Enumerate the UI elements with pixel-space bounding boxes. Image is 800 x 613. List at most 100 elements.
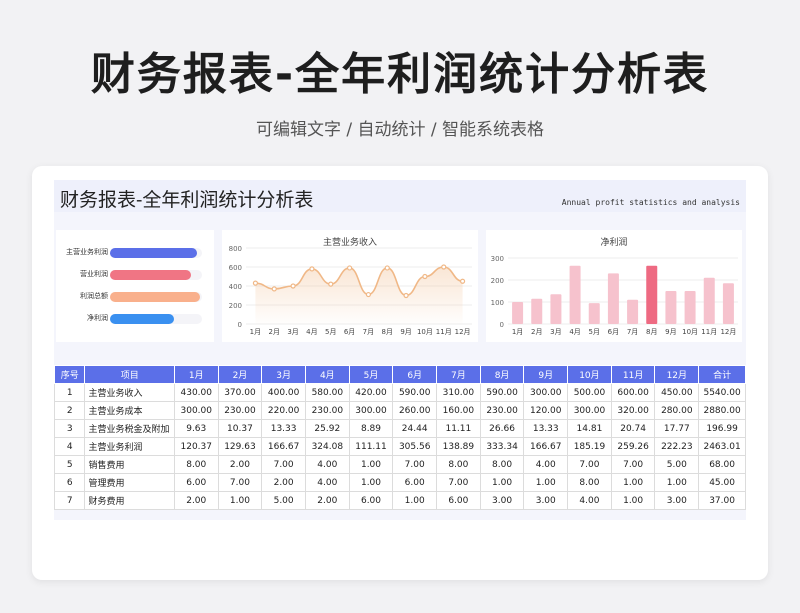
table-cell: 280.00 (654, 401, 700, 420)
table-cell: 6 (53, 473, 86, 492)
table-cell: 305.56 (392, 437, 438, 456)
x-tick-label: 5月 (589, 328, 600, 336)
table-cell: 259.26 (610, 437, 656, 456)
table-row: 1 主营业务收入 430.00 370.00 400.00 580.00 420.00 590… (53, 383, 746, 402)
x-tick-label: 9月 (665, 328, 676, 336)
column-header: 3月 (261, 365, 306, 384)
column-header: 5月 (348, 365, 394, 384)
table-cell: 370.00 (217, 383, 263, 402)
table-cell: 7.00 (610, 455, 656, 474)
table-cell: 8.00 (436, 455, 481, 474)
net-profit-bar (627, 299, 639, 324)
table-cell: 120.00 (523, 401, 569, 420)
page-subtitle: 可编辑文字 / 自动统计 / 智能系统表格 (255, 120, 545, 140)
x-tick-label: 11月 (701, 328, 717, 336)
table-cell: 3.00 (479, 491, 525, 510)
table-cell: 500.00 (567, 383, 612, 402)
table-row: 4 主营业务利润 120.37 129.63 166.67 324.08 111.11 305… (53, 437, 746, 456)
revenue-chart-title: 主营业务收入 (322, 238, 377, 248)
table-cell: 8.00 (567, 473, 612, 492)
table-cell: 1.00 (348, 473, 394, 492)
column-header: 8月 (479, 365, 525, 384)
table-cell: 7 (53, 491, 86, 510)
net-profit-bar (531, 298, 543, 324)
revenue-point (271, 286, 277, 292)
x-tick-label: 12月 (720, 328, 736, 336)
table-cell: 5 (53, 455, 86, 474)
table-cell: 销售费用 (84, 455, 175, 474)
revenue-point (384, 265, 390, 271)
table-cell: 主营业务成本 (84, 401, 175, 420)
y-tick-label: 100 (491, 299, 504, 307)
net-profit-bar (722, 283, 734, 324)
summary-bar-row: 营业利润 (56, 268, 214, 282)
y-tick-label: 0 (500, 321, 504, 329)
x-tick-label: 5月 (325, 328, 336, 336)
table-cell: 17.77 (654, 419, 700, 438)
x-tick-label: 10月 (682, 328, 698, 336)
table-cell: 310.00 (436, 383, 481, 402)
table-cell: 5540.00 (698, 383, 746, 402)
profit-bar-panel: 主营业务利润 营业利润 利润总额 净利润 (56, 230, 214, 342)
x-tick-label: 3月 (550, 328, 561, 336)
net-profit-bar (646, 265, 658, 324)
sheet-header: 财务报表-全年利润统计分析表 Annual profit statistics … (54, 180, 746, 212)
table-cell: 3 (53, 419, 86, 438)
table-cell: 185.19 (567, 437, 612, 456)
x-tick-label: 2月 (269, 328, 280, 336)
y-tick-label: 200 (491, 277, 504, 285)
revenue-point (365, 291, 372, 298)
column-header: 11月 (610, 365, 656, 384)
table-cell: 320.00 (610, 401, 656, 420)
table-cell: 300.00 (173, 401, 219, 420)
table-cell: 4 (53, 437, 86, 456)
table-cell: 6.00 (436, 491, 481, 510)
table-cell: 1 (53, 383, 86, 402)
y-tick-label: 400 (229, 283, 242, 291)
table-cell: 160.00 (436, 401, 481, 420)
x-tick-label: 6月 (344, 328, 355, 336)
table-cell: 5.00 (654, 455, 700, 474)
table-row: 5 销售费用 8.00 2.00 7.00 4.00 1.00 7.00 8.00 8.00 4.0… (53, 455, 746, 474)
table-cell: 3.00 (523, 491, 569, 510)
x-tick-label: 1月 (250, 328, 261, 336)
table-cell: 2463.01 (698, 437, 746, 456)
table-cell: 4.00 (304, 455, 350, 474)
table-cell: 1.00 (392, 491, 438, 510)
table-cell: 450.00 (654, 383, 700, 402)
summary-bar-row: 净利润 (56, 312, 214, 326)
summary-bar-track (110, 248, 202, 258)
table-cell: 196.99 (698, 419, 746, 438)
table-cell: 6.00 (173, 473, 219, 492)
table-cell: 1.00 (654, 473, 700, 492)
revenue-point (346, 265, 353, 271)
net-profit-bar (588, 303, 600, 324)
x-tick-label: 9月 (400, 328, 411, 336)
column-header: 4月 (304, 365, 350, 384)
revenue-area (255, 267, 463, 324)
revenue-chart-panel: 主营业务收入 0 200 400 600 800 1月 2月 3月 4月 5月 6月 7月 8月 9月 10… (222, 230, 478, 342)
table-cell: 6.00 (348, 491, 394, 510)
summary-bar-fill (110, 270, 191, 280)
x-tick-label: 10月 (417, 328, 433, 336)
table-cell: 2.00 (261, 473, 306, 492)
table-cell: 7.00 (567, 455, 612, 474)
table-cell: 24.44 (392, 419, 438, 438)
table-header-row: 序号 项目 1月 2月 3月 4月 5月 6月 7月 8月 9月 10月 11月 12月 合计 (53, 365, 746, 384)
sheet-title: 财务报表-全年利润统计分析表 (60, 189, 314, 211)
table-cell: 1.00 (348, 455, 394, 474)
table-cell: 1.00 (610, 491, 656, 510)
revenue-point (459, 278, 466, 284)
column-header: 序号 (53, 365, 86, 384)
table-cell: 8.00 (479, 455, 525, 474)
table-cell: 400.00 (261, 383, 306, 402)
summary-bar-label: 主营业务利润 (66, 248, 108, 256)
table-cell: 财务费用 (84, 491, 175, 510)
table-cell: 7.00 (261, 455, 306, 474)
summary-bar-track (110, 292, 202, 302)
x-tick-label: 3月 (287, 328, 298, 336)
x-tick-label: 1月 (512, 328, 523, 336)
table-cell: 2.00 (217, 455, 263, 474)
table-cell: 222.23 (654, 437, 700, 456)
x-tick-label: 7月 (363, 328, 374, 336)
